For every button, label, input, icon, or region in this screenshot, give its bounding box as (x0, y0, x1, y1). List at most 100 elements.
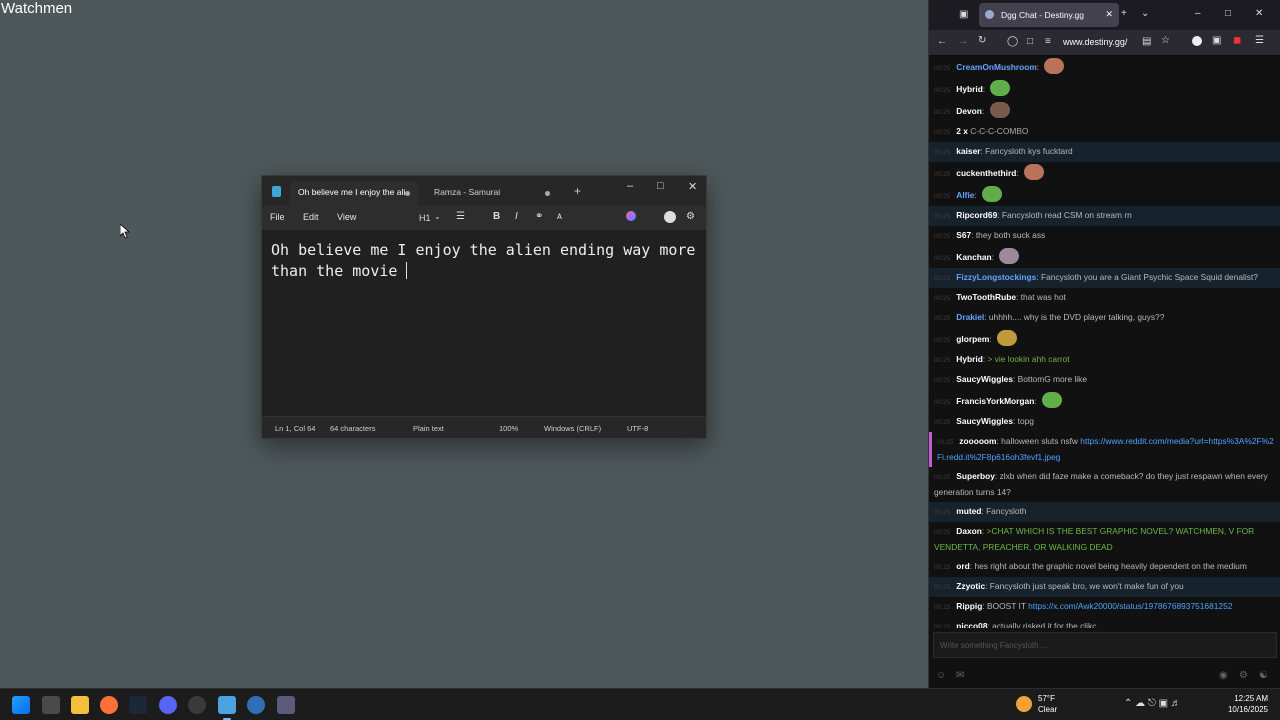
message-username[interactable]: SaucyWiggles (956, 416, 1013, 426)
chevron-up-icon[interactable]: ⌃ (1124, 698, 1132, 709)
ublock-icon[interactable]: ◼ (1233, 35, 1241, 46)
forward-arrow-icon[interactable]: → (958, 36, 968, 47)
close-tab-icon[interactable]: ✕ (1105, 9, 1113, 20)
link-icon[interactable]: ⚭ (535, 211, 543, 222)
menu-file[interactable]: File (270, 212, 285, 222)
message-username[interactable]: muted (956, 506, 981, 516)
message-timestamp: 00:25 (934, 233, 951, 240)
message-username[interactable]: 2 x (956, 126, 968, 136)
clear-format-icon[interactable]: ᴀ (557, 211, 562, 222)
bold-icon[interactable]: B (493, 211, 500, 222)
close-icon[interactable]: ✕ (1255, 8, 1263, 19)
message-username[interactable]: Kanchan (956, 252, 991, 262)
reader-view-icon[interactable]: ▤ (1142, 36, 1151, 47)
maximize-icon[interactable]: □ (657, 180, 664, 192)
message-username[interactable]: Hybrid (956, 84, 983, 94)
text-editor[interactable]: Oh believe me I enjoy the alien ending w… (262, 230, 706, 416)
url-field[interactable]: www.destiny.gg/ (1063, 37, 1127, 47)
list-icon[interactable]: ☰ (456, 211, 465, 222)
extensions-puzzle-icon[interactable]: ▣ (1212, 35, 1221, 46)
tab-dgg-chat[interactable]: Dgg Chat - Destiny.gg ✕ (979, 3, 1119, 27)
task-view-icon[interactable] (42, 696, 60, 714)
notepad-taskbar-icon[interactable] (218, 696, 236, 720)
message-username[interactable]: SaucyWiggles (956, 374, 1013, 384)
bookmark-star-icon[interactable]: ☆ (1161, 35, 1170, 46)
italic-icon[interactable]: I (515, 211, 518, 222)
message-username[interactable]: Rippig (956, 601, 982, 611)
chat-message: 00:25 cuckenthethird: (929, 162, 1280, 184)
permissions-icon[interactable]: ≡ (1045, 36, 1051, 47)
message-username[interactable]: glorpem (956, 334, 989, 344)
message-username[interactable]: TwoToothRube (956, 292, 1016, 302)
message-username[interactable]: CreamOnMushroom (956, 62, 1037, 72)
message-username[interactable]: Zzyotic (956, 581, 985, 591)
close-icon[interactable]: ✕ (688, 180, 697, 193)
chat-log[interactable]: 00:25 CreamOnMushroom: 00:25 Hybrid: 00:25… (929, 56, 1280, 628)
message-username[interactable]: Superboy (956, 471, 995, 481)
cloud-icon[interactable]: ☁ (1135, 698, 1145, 709)
message-username[interactable]: cuckenthethird (956, 168, 1016, 178)
globe-app-icon[interactable] (247, 696, 265, 714)
message-link[interactable]: https://x.com/Awk20000/status/1978676893… (1028, 601, 1232, 611)
minimize-icon[interactable]: – (1195, 8, 1201, 19)
chevron-down-icon[interactable]: ⌄ (1141, 8, 1149, 19)
shield-icon[interactable]: ◯ (1007, 36, 1018, 47)
tab-oh-believe-me[interactable]: Oh believe me I enjoy the ali (290, 181, 418, 206)
maximize-icon[interactable]: □ (1225, 8, 1231, 19)
new-tab-plus-icon[interactable]: + (574, 184, 581, 198)
message-separator: : (1034, 396, 1037, 406)
weather-widget[interactable]: 57°F Clear (1038, 693, 1057, 715)
hamburger-menu-icon[interactable]: ☰ (1255, 35, 1264, 46)
whisper-icon[interactable]: ✉ (956, 670, 964, 681)
message-username[interactable]: Devon (956, 106, 982, 116)
account-icon[interactable] (664, 211, 676, 223)
heading-dropdown[interactable]: H1 (419, 213, 431, 223)
discord-icon[interactable] (159, 696, 177, 714)
file-explorer-icon[interactable] (71, 696, 89, 714)
copilot-icon[interactable] (626, 211, 636, 221)
app-icon[interactable] (277, 696, 295, 714)
lock-icon[interactable]: □ (1027, 36, 1033, 47)
eye-icon[interactable]: ◉ (1219, 670, 1228, 681)
message-username[interactable]: Ripcord69 (956, 210, 997, 220)
gear-icon[interactable]: ⚙ (1239, 670, 1248, 681)
message-username[interactable]: nicco08 (956, 621, 987, 628)
message-username[interactable]: kaiser (956, 146, 980, 156)
message-username[interactable]: ord (956, 561, 970, 571)
extension-icon[interactable] (1192, 36, 1202, 46)
start-windows-icon[interactable] (12, 696, 30, 714)
tab-ramza-samurai[interactable]: Ramza - Samurai (426, 181, 558, 206)
message-username[interactable]: FizzyLongstockings (956, 272, 1036, 282)
gear-icon[interactable]: ⚙ (686, 211, 695, 222)
status-format[interactable]: Plain text (413, 424, 444, 433)
system-tray[interactable]: ⌃ ☁ ⎋ ▣ ♬ (1124, 698, 1181, 709)
emote-icon[interactable]: ☺ (936, 670, 946, 681)
message-username[interactable]: Hybrid (956, 354, 983, 364)
users-icon[interactable]: ☯ (1259, 670, 1268, 681)
clock[interactable]: 12:25 AM 10/16/2025 (1222, 693, 1268, 715)
message-username[interactable]: FrancisYorkMorgan (956, 396, 1034, 406)
reload-icon[interactable]: ↻ (978, 35, 986, 46)
menu-view[interactable]: View (337, 212, 356, 222)
obs-icon[interactable] (188, 696, 206, 714)
message-username[interactable]: Alfie (956, 190, 974, 200)
tab-overview-icon[interactable]: ▣ (959, 9, 968, 20)
status-zoom[interactable]: 100% (499, 424, 518, 433)
message-username[interactable]: Drakiel (956, 312, 984, 322)
status-encoding[interactable]: UTF-8 (627, 424, 648, 433)
tab-label: Ramza - Samurai (434, 187, 501, 197)
steam-icon[interactable] (129, 696, 147, 714)
back-arrow-icon[interactable]: ← (937, 36, 947, 47)
menu-edit[interactable]: Edit (303, 212, 319, 222)
minimize-icon[interactable]: – (627, 180, 633, 192)
network-icon[interactable]: ▣ (1159, 698, 1168, 709)
volume-icon[interactable]: ♬ (1171, 698, 1181, 709)
status-line-ending[interactable]: Windows (CRLF) (544, 424, 601, 433)
chat-input[interactable]: Write something Fancysloth ... (933, 632, 1277, 658)
mic-icon[interactable]: ⎋ (1148, 698, 1156, 709)
message-username[interactable]: S67 (956, 230, 971, 240)
message-username[interactable]: Daxon (956, 526, 982, 536)
firefox-icon[interactable] (100, 696, 118, 714)
new-tab-plus-icon[interactable]: + (1121, 8, 1127, 19)
message-username[interactable]: zooooom (959, 436, 996, 446)
